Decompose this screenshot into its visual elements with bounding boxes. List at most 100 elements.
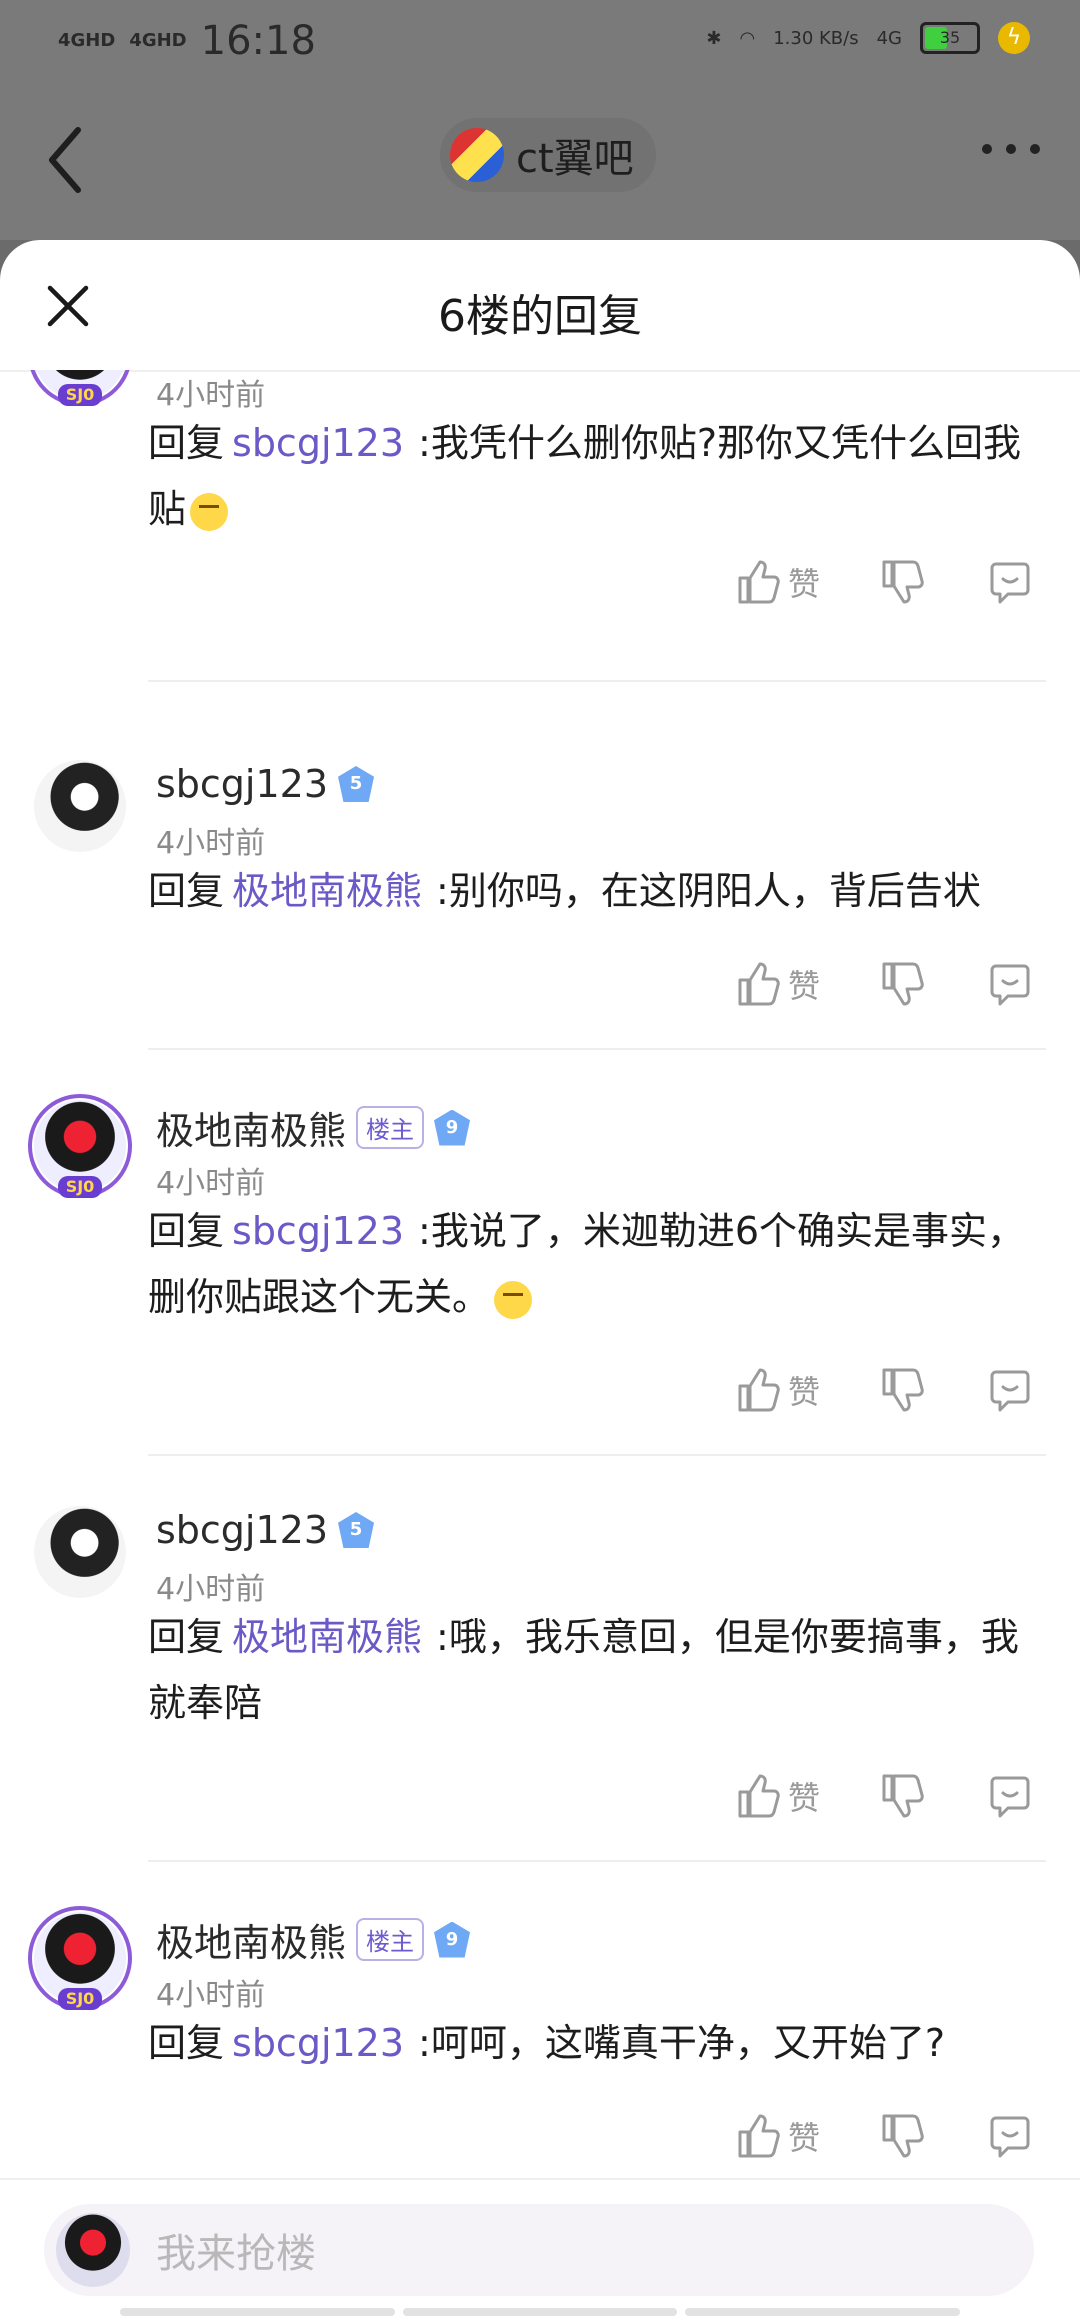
level-badge: 5: [338, 766, 375, 802]
op-badge: 楼主: [356, 1918, 425, 1961]
thumbs-down-icon: [882, 560, 924, 604]
dislike-button[interactable]: [880, 558, 924, 606]
forum-pill[interactable]: ct翼吧: [440, 118, 656, 192]
reply-item: SJ0 4小时前 回复 sbcgj123:我凭什么删你贴?那你又凭什么回我贴 赞: [0, 370, 1080, 682]
comment-icon: [990, 964, 1030, 1006]
network-indicator-2: 4GHD: [129, 30, 187, 51]
reply-button[interactable]: [988, 2112, 1032, 2160]
thumbs-down-icon: [882, 1368, 924, 1412]
emoji-icon: [190, 492, 229, 531]
reply-content: 回复 极地南极熊:别你吗，在这阴阳人，背后告状: [148, 869, 981, 913]
username[interactable]: sbcgj123: [156, 762, 328, 806]
reply-input[interactable]: 我来抢楼: [44, 2204, 1034, 2296]
op-badge: 楼主: [356, 1106, 425, 1149]
level-badge: 5: [338, 1512, 375, 1548]
forum-name: ct翼吧: [516, 136, 634, 182]
mention-link[interactable]: 极地南极熊: [232, 869, 422, 913]
sheet-header: 6楼的回复: [0, 240, 1080, 372]
forum-avatar: [450, 128, 504, 182]
reply-content: 回复 sbcgj123:我凭什么删你贴?那你又凭什么回我贴: [148, 421, 1022, 531]
comment-icon: [990, 562, 1030, 604]
reply-time: 4小时前: [156, 1572, 266, 1607]
back-button[interactable]: [40, 120, 90, 200]
comment-icon: [990, 1370, 1030, 1412]
reply-item: sbcgj123 5 4小时前 回复 极地南极熊:哦，我乐意回，但是你要搞事，我就…: [0, 1456, 1080, 1862]
mobile-signal: 4G: [876, 27, 902, 49]
like-button[interactable]: 赞: [736, 2112, 820, 2160]
reply-item: SJ0 极地南极熊 楼主 9 4小时前 回复 sbcgj123:呵呵，这嘴真干净，…: [0, 1862, 1080, 2180]
thumbs-up-icon: [738, 560, 780, 604]
like-button[interactable]: 赞: [736, 1366, 820, 1414]
comment-icon: [990, 1776, 1030, 1818]
thumbs-up-icon: [738, 2114, 780, 2158]
like-button[interactable]: 赞: [736, 1772, 820, 1820]
reply-actions: 赞: [736, 1772, 1036, 1832]
reply-composer-bar: 我来抢楼: [0, 2178, 1080, 2318]
avatar-frame-tag: SJ0: [58, 1176, 102, 1198]
reply-item: SJ0 极地南极熊 楼主 9 4小时前 回复 sbcgj123:我说了，米迦勒进6…: [0, 1050, 1080, 1456]
reply-actions: 赞: [736, 1366, 1036, 1426]
reply-time: 4小时前: [156, 826, 266, 861]
dislike-button[interactable]: [880, 960, 924, 1008]
username[interactable]: 极地南极熊: [156, 1912, 346, 1967]
reply-time: 4小时前: [156, 378, 266, 413]
top-navigation: ct翼吧: [0, 84, 1080, 240]
emoji-icon: [494, 1280, 533, 1319]
bluetooth-icon: ✱: [706, 27, 722, 49]
like-button[interactable]: 赞: [736, 558, 820, 606]
more-dot-icon: [982, 144, 992, 154]
my-avatar: [56, 2213, 130, 2287]
replies-sheet: 6楼的回复 SJ0 4小时前 回复 sbcgj123:我凭什么删你贴?那你又凭什么…: [0, 240, 1080, 2316]
reply-actions: 赞: [736, 2112, 1036, 2172]
more-options-button[interactable]: [982, 144, 1040, 154]
thumbs-up-icon: [738, 1774, 780, 1818]
dislike-button[interactable]: [880, 1772, 924, 1820]
mention-link[interactable]: 极地南极熊: [232, 1615, 422, 1659]
reply-content: 回复 sbcgj123:我说了，米迦勒进6个确实是事实，删你贴跟这个无关。: [148, 1209, 1026, 1319]
reply-list[interactable]: SJ0 4小时前 回复 sbcgj123:我凭什么删你贴?那你又凭什么回我贴 赞: [0, 370, 1080, 2180]
thumbs-down-icon: [882, 1774, 924, 1818]
divider: [148, 680, 1046, 682]
gesture-bar: [120, 2308, 961, 2316]
reply-content: 回复 sbcgj123:呵呵，这嘴真干净，又开始了?: [148, 2021, 946, 2065]
chevron-left-icon: [49, 127, 81, 193]
thumbs-down-icon: [882, 962, 924, 1006]
reply-time: 4小时前: [156, 1978, 266, 2013]
dislike-button[interactable]: [880, 1366, 924, 1414]
mention-link[interactable]: sbcgj123: [232, 421, 404, 465]
level-badge: 9: [434, 1921, 471, 1958]
avatar[interactable]: [34, 760, 126, 852]
reply-item: sbcgj123 5 4小时前 回复 极地南极熊:别你吗，在这阴阳人，背后告状 赞: [0, 710, 1080, 1050]
mention-link[interactable]: sbcgj123: [232, 1209, 404, 1253]
avatar-frame-tag: SJ0: [58, 384, 102, 406]
headphones-icon: ◠: [739, 27, 756, 49]
comment-icon: [990, 2116, 1030, 2158]
reply-button[interactable]: [988, 1366, 1032, 1414]
username[interactable]: sbcgj123: [156, 1508, 328, 1552]
charging-icon: ϟ: [998, 22, 1030, 54]
thumbs-down-icon: [882, 2114, 924, 2158]
reply-actions: 赞: [736, 558, 1036, 618]
like-button[interactable]: 赞: [736, 960, 820, 1008]
reply-button[interactable]: [988, 960, 1032, 1008]
reply-actions: 赞: [736, 960, 1036, 1020]
reply-time: 4小时前: [156, 1166, 266, 1201]
reply-input-placeholder: 我来抢楼: [156, 2231, 316, 2277]
network-indicator-1: 4GHD: [58, 30, 116, 51]
level-badge: 9: [434, 1109, 471, 1146]
clock: 16:18: [200, 18, 316, 64]
sheet-title: 6楼的回复: [438, 291, 642, 342]
avatar[interactable]: [34, 1506, 126, 1598]
username[interactable]: 极地南极熊: [156, 1100, 346, 1155]
thumbs-up-icon: [738, 962, 780, 1006]
thumbs-up-icon: [738, 1368, 780, 1412]
reply-button[interactable]: [988, 1772, 1032, 1820]
avatar-frame-tag: SJ0: [58, 1988, 102, 2010]
reply-content: 回复 极地南极熊:哦，我乐意回，但是你要搞事，我就奉陪: [148, 1615, 1019, 1725]
reply-button[interactable]: [988, 558, 1032, 606]
status-bar: 4GHD 4GHD 16:18 ✱ ◠ 1.30 KB/s 4G 35 ϟ: [0, 0, 1080, 84]
dislike-button[interactable]: [880, 2112, 924, 2160]
mention-link[interactable]: sbcgj123: [232, 2021, 404, 2065]
battery-icon: 35: [920, 22, 980, 54]
network-speed: 1.30 KB/s: [773, 27, 859, 49]
